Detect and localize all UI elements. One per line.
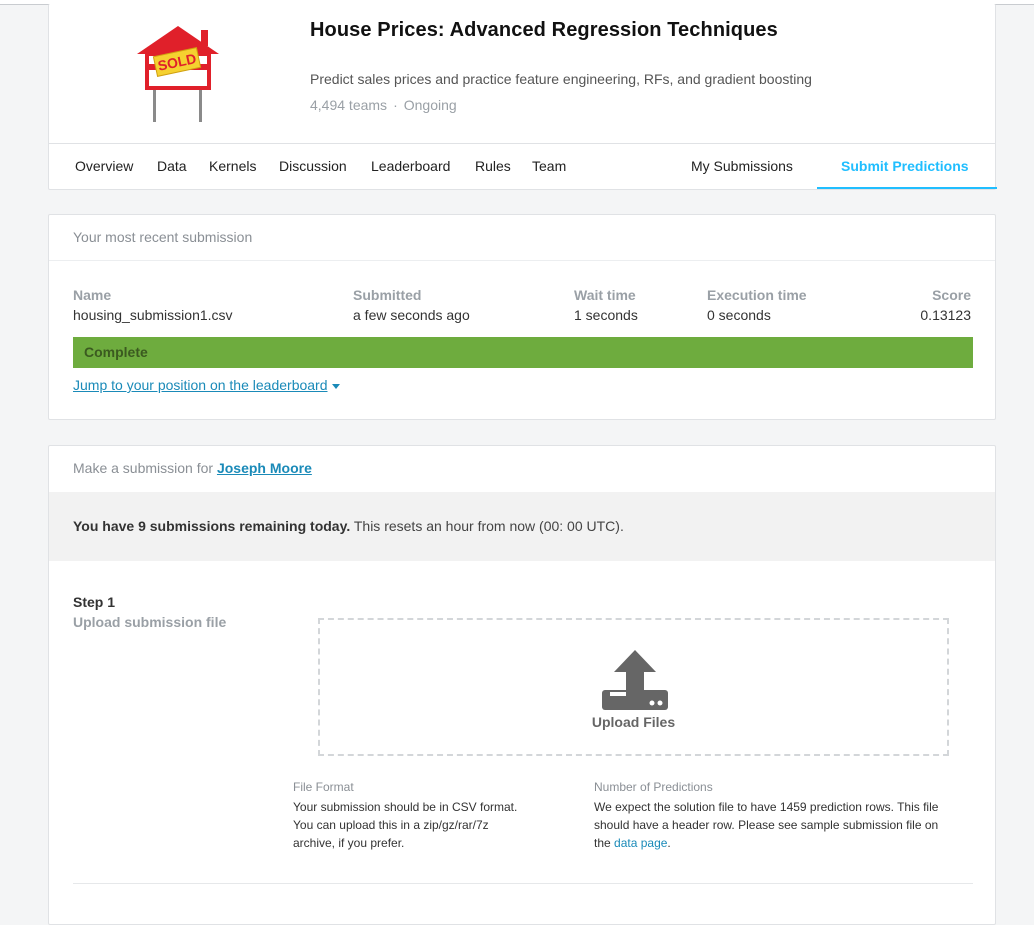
- submitted-value: a few seconds ago: [353, 307, 470, 323]
- tab-my-submissions[interactable]: My Submissions: [691, 158, 793, 174]
- make-submission-prefix: Make a submission for: [73, 460, 214, 476]
- tab-overview[interactable]: Overview: [75, 158, 133, 174]
- file-format-line: archive, if you prefer.: [293, 836, 405, 850]
- competition-meta: 4,494 teams · Ongoing: [310, 97, 457, 113]
- caret-down-icon: [331, 383, 340, 389]
- upload-files-label: Upload Files: [591, 714, 676, 730]
- predictions-text: We expect the solution file to have 1459…: [594, 798, 938, 852]
- recent-submission-heading: Your most recent submission: [73, 229, 253, 245]
- predictions-line: We expect the solution file to have 1459…: [594, 800, 939, 814]
- competition-tabs: Overview Data Kernels Discussion Leaderb…: [49, 143, 997, 190]
- meta-separator: ·: [393, 97, 398, 113]
- upload-dropzone[interactable]: Upload Files: [318, 618, 949, 756]
- tab-team[interactable]: Team: [532, 158, 566, 174]
- make-submission-card: Make a submission for Joseph Moore You h…: [48, 445, 996, 925]
- predictions-line: the data page.: [594, 834, 938, 852]
- file-format-line: Your submission should be in CSV format.: [293, 800, 518, 814]
- predictions-line-prefix: the: [594, 836, 611, 850]
- jump-link-label: Jump to your position on the leaderboard: [73, 377, 328, 393]
- make-submission-heading: Make a submission for Joseph Moore: [73, 460, 312, 476]
- status-badge: Complete: [84, 344, 148, 360]
- recent-submission-header: Your most recent submission: [49, 215, 995, 261]
- house-sold-logo: SOLD: [137, 26, 219, 122]
- reset-info: This resets an hour from now (00: 00 UTC…: [353, 518, 624, 534]
- tab-discussion[interactable]: Discussion: [279, 158, 347, 174]
- file-format-title: File Format: [293, 780, 354, 794]
- competition-subtitle: Predict sales prices and practice featur…: [310, 71, 812, 87]
- make-submission-header: Make a submission for Joseph Moore: [49, 446, 995, 492]
- competition-title: House Prices: Advanced Regression Techni…: [310, 19, 778, 41]
- score-label: Score: [932, 287, 971, 303]
- score-value: 0.13123: [920, 307, 971, 323]
- jump-to-leaderboard-link[interactable]: Jump to your position on the leaderboard: [73, 377, 340, 393]
- status-bar: Complete: [73, 337, 973, 368]
- remaining-banner: You have 9 submissions remaining today. …: [49, 492, 995, 561]
- team-count: 4,494 teams: [310, 97, 388, 113]
- predictions-title: Number of Predictions: [594, 780, 713, 794]
- recent-submission-card: Your most recent submission Name housing…: [48, 214, 996, 420]
- submitted-label: Submitted: [353, 287, 422, 303]
- section-divider: [73, 883, 973, 884]
- file-format-text: Your submission should be in CSV format.…: [293, 798, 517, 852]
- competition-header: SOLD House Prices: Advanced Regression T…: [48, 4, 997, 190]
- user-link[interactable]: Joseph Moore: [217, 460, 312, 476]
- upload-icon: [602, 650, 668, 710]
- active-tab-indicator: [817, 187, 997, 189]
- predictions-line-suffix: .: [667, 836, 671, 850]
- tab-submit-predictions[interactable]: Submit Predictions: [841, 158, 969, 174]
- tab-data[interactable]: Data: [157, 158, 187, 174]
- data-page-link[interactable]: data page: [614, 836, 667, 850]
- tab-kernels[interactable]: Kernels: [209, 158, 256, 174]
- tab-leaderboard[interactable]: Leaderboard: [371, 158, 450, 174]
- wait-time-label: Wait time: [574, 287, 636, 303]
- predictions-line: should have a header row. Please see sam…: [594, 818, 939, 832]
- execution-time-label: Execution time: [707, 287, 807, 303]
- wait-time-value: 1 seconds: [574, 307, 638, 323]
- competition-status: Ongoing: [403, 97, 457, 113]
- step-title: Step 1: [73, 594, 116, 610]
- file-format-line: You can upload this in a zip/gz/rar/7z: [293, 818, 489, 832]
- submission-filename: housing_submission1.csv: [73, 307, 233, 323]
- remaining-count: You have 9 submissions remaining today.: [73, 518, 351, 534]
- remaining-text: You have 9 submissions remaining today. …: [73, 518, 624, 534]
- step-subtitle: Upload submission file: [73, 614, 227, 630]
- execution-time-value: 0 seconds: [707, 307, 771, 323]
- tab-rules[interactable]: Rules: [475, 158, 511, 174]
- name-label: Name: [73, 287, 112, 303]
